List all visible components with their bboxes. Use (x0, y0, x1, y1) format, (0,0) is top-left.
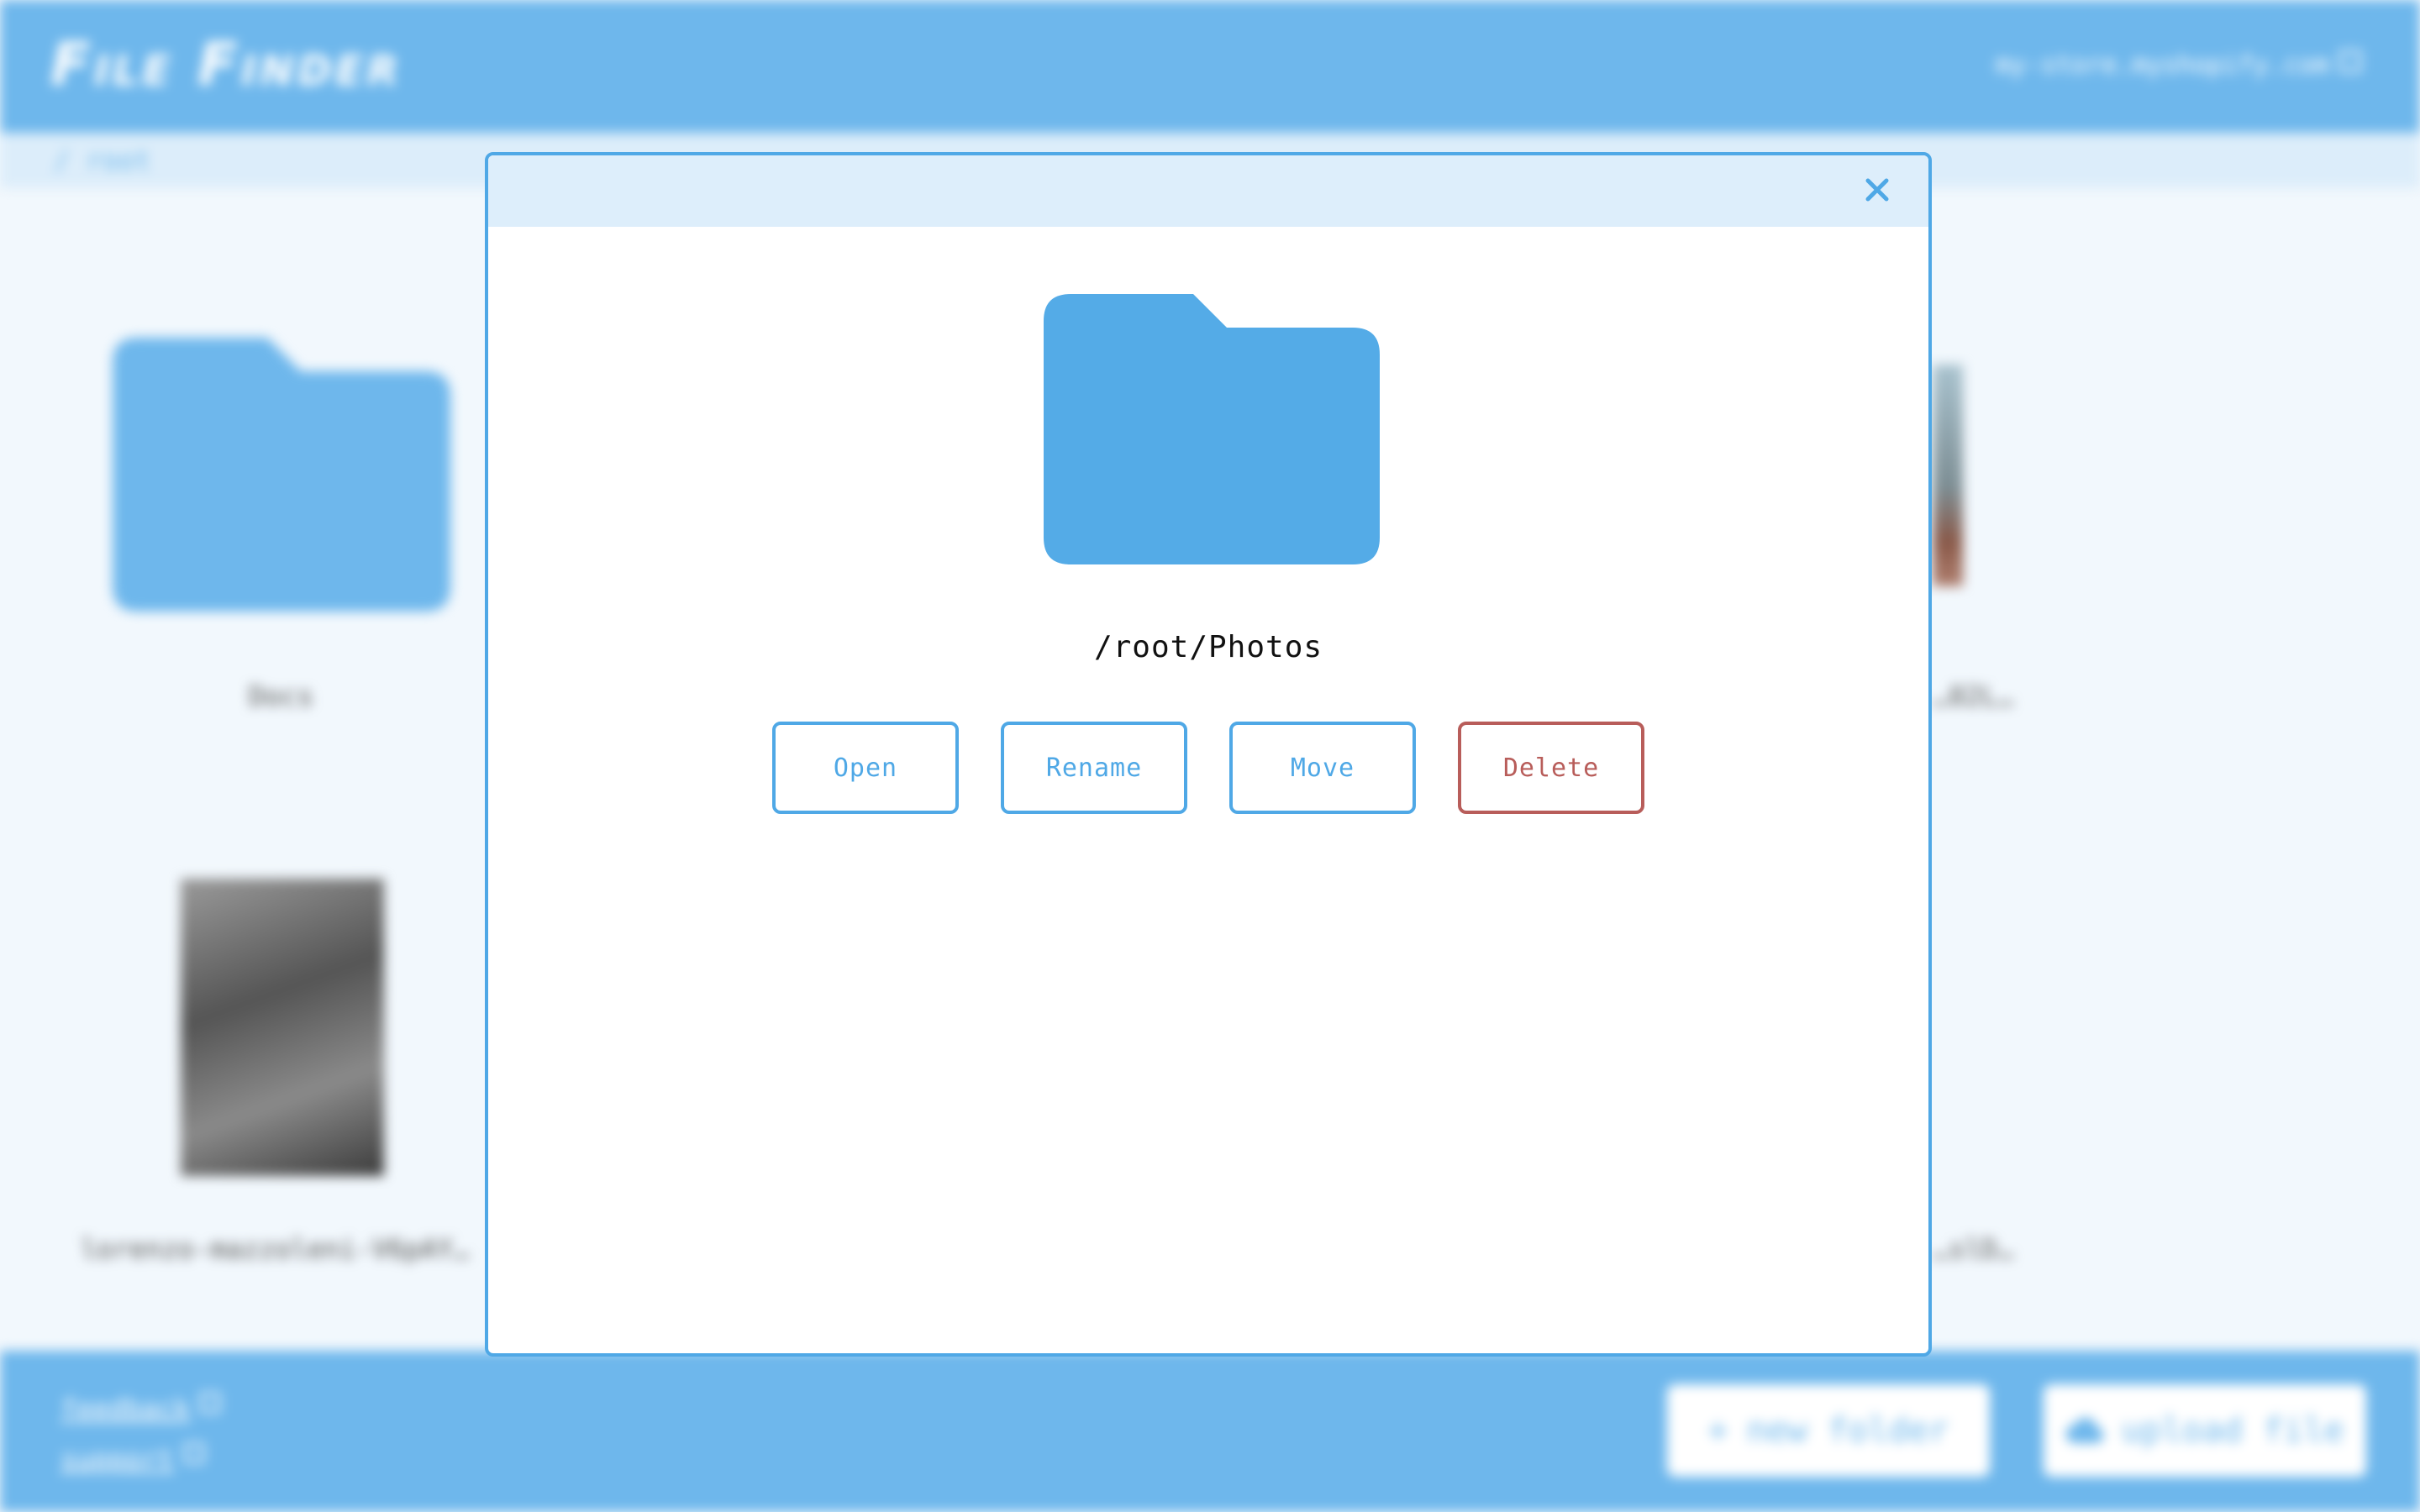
plus-icon: + (1707, 1411, 1728, 1450)
new-folder-label: new folder (1746, 1411, 1949, 1450)
folder-icon[interactable] (113, 338, 450, 612)
support-link-label: support (60, 1443, 174, 1475)
grid-item-label: …02L… (1933, 680, 2014, 712)
grid-item-label: lorenzo-mazzoleni-V6pAY… (81, 1233, 470, 1265)
rename-button[interactable]: Rename (1001, 722, 1187, 814)
upload-file-button[interactable]: upload file (2044, 1384, 2366, 1477)
close-icon (1865, 178, 1889, 202)
cloud-upload-icon (2065, 1418, 2103, 1443)
app-logo: File Finder (50, 30, 402, 99)
grid-item-label: Docs (249, 680, 314, 712)
action-buttons: Open Rename Move Delete (488, 722, 1928, 814)
modal-header (488, 155, 1928, 227)
store-link-label: my-store.myshopify.com (1995, 50, 2329, 80)
move-button[interactable]: Move (1229, 722, 1416, 814)
item-details-modal: /root/Photos Open Rename Move Delete (485, 152, 1932, 1357)
support-link[interactable]: support (60, 1443, 204, 1475)
new-folder-button[interactable]: + new folder (1667, 1384, 1990, 1477)
feedback-link-label: feedback (60, 1393, 191, 1425)
store-link[interactable]: my-store.myshopify.com (1996, 50, 2361, 80)
open-button[interactable]: Open (772, 722, 959, 814)
folder-icon (1044, 294, 1380, 564)
close-button[interactable] (1856, 169, 1898, 211)
item-path: /root/Photos (1093, 630, 1323, 664)
grid-item-label: …slD… (1933, 1233, 2014, 1265)
feedback-link[interactable]: feedback (60, 1393, 221, 1425)
top-bar: File Finder my-store.myshopify.com (0, 0, 2420, 133)
breadcrumb[interactable]: / root (54, 144, 151, 176)
external-link-icon (183, 1443, 204, 1463)
external-link-icon (200, 1393, 221, 1413)
image-thumbnail[interactable] (1933, 365, 1963, 586)
external-link-icon (2339, 50, 2361, 72)
upload-file-label: upload file (2121, 1411, 2344, 1450)
image-thumbnail[interactable] (181, 879, 384, 1176)
delete-button[interactable]: Delete (1458, 722, 1644, 814)
